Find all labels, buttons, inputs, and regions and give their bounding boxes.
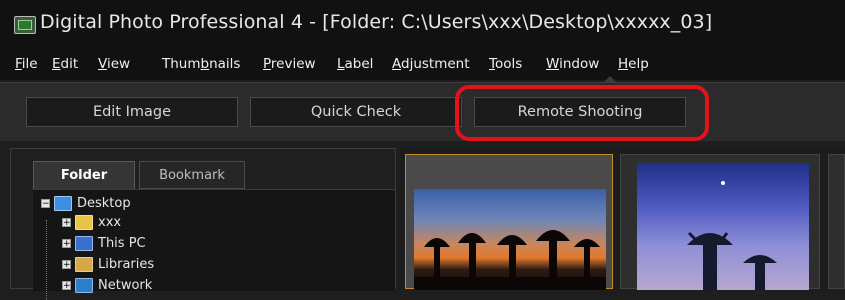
menu-tools[interactable]: Tools	[489, 56, 522, 72]
thumbnail[interactable]	[620, 154, 820, 290]
menu-file[interactable]: File	[15, 56, 38, 72]
tab-bookmark[interactable]: Bookmark	[139, 161, 245, 189]
thumbnail-area	[400, 148, 845, 290]
tree-item-libraries[interactable]: + Libraries	[62, 254, 154, 274]
toolbar: Edit Image Quick Check Remote Shooting	[0, 82, 845, 141]
tree-item-label: This PC	[98, 235, 146, 251]
menu-thumbnails[interactable]: Thumbnails	[162, 56, 240, 72]
thumbnail-selected[interactable]	[405, 154, 613, 290]
tree-guide-line	[46, 220, 47, 300]
edit-image-button[interactable]: Edit Image	[26, 97, 238, 127]
computer-icon	[75, 235, 93, 251]
expand-icon[interactable]: +	[62, 217, 71, 227]
menu-label[interactable]: Label	[337, 56, 373, 72]
menu-bar: File Edit View Thumbnails Preview Label …	[0, 50, 845, 80]
tab-folder[interactable]: Folder	[33, 161, 135, 189]
window-title: Digital Photo Professional 4 - [Folder: …	[40, 11, 713, 33]
expand-icon[interactable]: +	[62, 259, 71, 269]
tree-item-this-pc[interactable]: + This PC	[62, 233, 146, 253]
app-icon	[14, 16, 36, 34]
expand-icon[interactable]: +	[62, 280, 71, 290]
folder-panel: Folder Bookmark − Desktop + xxx + This P…	[10, 148, 396, 300]
photo-baobab-sunset	[414, 189, 606, 290]
tree-item-label: Desktop	[77, 195, 131, 211]
menu-preview[interactable]: Preview	[263, 56, 316, 72]
network-icon	[75, 277, 93, 293]
menu-edit[interactable]: Edit	[52, 56, 78, 72]
menu-adjustment[interactable]: Adjustment	[392, 56, 470, 72]
collapse-icon[interactable]: −	[41, 198, 50, 208]
tree-item-label: Network	[98, 277, 153, 293]
tree-item-label: xxx	[98, 214, 122, 230]
folder-tree: − Desktop + xxx + This PC + Libraries + …	[33, 189, 395, 300]
libraries-icon	[75, 256, 93, 272]
desktop-icon	[54, 195, 72, 211]
photo-baobab-night	[637, 163, 809, 290]
title-bar: Digital Photo Professional 4 - [Folder: …	[0, 0, 845, 50]
tree-item-xxx[interactable]: + xxx	[62, 212, 121, 232]
user-folder-icon	[75, 214, 93, 230]
tree-item-label: Libraries	[98, 256, 155, 272]
thumbnail-partial[interactable]	[828, 154, 845, 289]
quick-check-button[interactable]: Quick Check	[250, 97, 462, 127]
remote-shooting-button[interactable]: Remote Shooting	[474, 97, 686, 127]
menu-window[interactable]: Window	[546, 56, 599, 72]
tree-item-desktop[interactable]: − Desktop	[41, 193, 131, 213]
expand-icon[interactable]: +	[62, 238, 71, 248]
baobab-silhouette-icon	[414, 230, 606, 290]
baobab-tree-icon	[687, 181, 777, 290]
menu-view[interactable]: View	[98, 56, 130, 72]
menu-help[interactable]: Help	[618, 56, 649, 72]
tree-item-network[interactable]: + Network	[62, 275, 152, 295]
